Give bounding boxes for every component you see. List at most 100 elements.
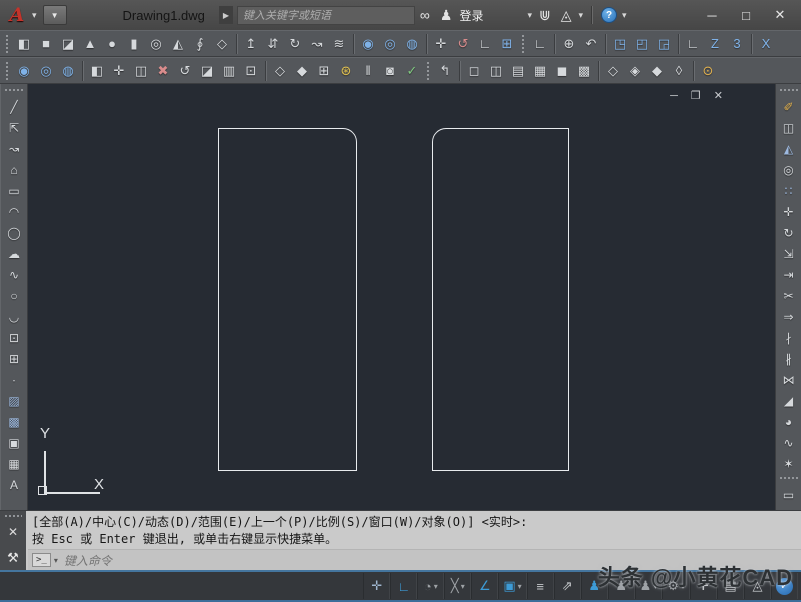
- polygon-icon[interactable]: ⌂: [2, 159, 26, 180]
- smooth-object-icon[interactable]: ◇: [602, 60, 624, 82]
- ucs-origin-icon[interactable]: ∟: [682, 33, 704, 55]
- user-icon[interactable]: ♟: [440, 7, 453, 24]
- table-icon[interactable]: ▦: [2, 453, 26, 474]
- drawing-restore-button[interactable]: ❐: [691, 91, 701, 102]
- vs-realistic-icon[interactable]: ▦: [529, 60, 551, 82]
- planar-surface-icon[interactable]: ◇: [211, 33, 233, 55]
- ucs-object-icon[interactable]: ◰: [631, 33, 653, 55]
- gradient-icon[interactable]: ▩: [2, 411, 26, 432]
- pyramid-icon[interactable]: ◭: [167, 33, 189, 55]
- polysolid-icon[interactable]: ◧: [13, 33, 35, 55]
- move-icon[interactable]: ✛: [777, 201, 801, 222]
- drawn-rectangle-left[interactable]: [218, 128, 357, 471]
- app-menu-caret-icon[interactable]: ▾: [32, 10, 37, 21]
- vs-wireframe-icon[interactable]: ◫: [485, 60, 507, 82]
- autodesk360-caret-icon[interactable]: ▾: [579, 10, 584, 21]
- ellipse-icon[interactable]: ○: [2, 285, 26, 306]
- delete-faces-icon[interactable]: ✖: [152, 60, 174, 82]
- dropdown-caret-icon[interactable]: ▾: [518, 582, 522, 591]
- revolve-icon[interactable]: ↻: [284, 33, 306, 55]
- search-icon[interactable]: ∞: [420, 7, 430, 23]
- hatch-icon[interactable]: ▨: [2, 390, 26, 411]
- toolbar-grip[interactable]: [521, 33, 526, 54]
- 3d-move-icon[interactable]: ✛: [430, 33, 452, 55]
- command-customize-icon[interactable]: ⚒: [7, 550, 19, 566]
- erase-icon[interactable]: ✐: [777, 96, 801, 117]
- 3d-array-icon[interactable]: ⊞: [496, 33, 518, 55]
- loft-icon[interactable]: ≋: [328, 33, 350, 55]
- smooth-more-icon[interactable]: ◈: [624, 60, 646, 82]
- color-faces-icon[interactable]: ⊡: [240, 60, 262, 82]
- separate-icon[interactable]: ‖: [357, 60, 379, 82]
- explode-icon[interactable]: ✶: [777, 453, 801, 474]
- offset-icon[interactable]: ◎: [777, 159, 801, 180]
- make-block-icon[interactable]: ⊞: [2, 348, 26, 369]
- clean-icon[interactable]: ⊛: [335, 60, 357, 82]
- revision-cloud-icon[interactable]: ☁: [2, 243, 26, 264]
- help-caret-icon[interactable]: ▾: [622, 10, 627, 21]
- imprint-icon[interactable]: ⊞: [313, 60, 335, 82]
- 3d-align-icon[interactable]: ∟: [474, 33, 496, 55]
- 3d-rotate-icon[interactable]: ↺: [452, 33, 474, 55]
- construction-line-icon[interactable]: ⇱: [2, 117, 26, 138]
- break-icon[interactable]: ∦: [777, 348, 801, 369]
- extrude-icon[interactable]: ↥: [240, 33, 262, 55]
- extend-icon[interactable]: ⇒: [777, 306, 801, 327]
- search-input[interactable]: 键入关键字或短语: [236, 5, 415, 25]
- autocad-logo-icon[interactable]: A: [4, 3, 30, 27]
- refine-mesh-icon[interactable]: ◊: [668, 60, 690, 82]
- toolbar-grip[interactable]: [5, 33, 10, 54]
- layout-window-icon[interactable]: ▭: [777, 484, 801, 505]
- drawing-canvas[interactable]: ─ ❐ ✕ Y X: [28, 84, 775, 510]
- command-prompt-caret-icon[interactable]: ▾: [54, 556, 58, 565]
- color-edges-icon[interactable]: ◆: [291, 60, 313, 82]
- command-close-icon[interactable]: ✕: [8, 525, 18, 539]
- subtract-icon[interactable]: ◎: [379, 33, 401, 55]
- toolbar-grip[interactable]: [5, 60, 10, 81]
- ucs-z-axis-icon[interactable]: Z: [704, 33, 726, 55]
- ucs-previous-icon[interactable]: ↶: [580, 33, 602, 55]
- vs-conceptual-icon[interactable]: ◼: [551, 60, 573, 82]
- exchange-apps-cart-icon[interactable]: ⋓: [539, 7, 551, 24]
- extrude-faces-icon[interactable]: ◧: [86, 60, 108, 82]
- ucs-icon[interactable]: ∟: [529, 33, 551, 55]
- presspull-icon[interactable]: ⇵: [262, 33, 284, 55]
- tab-arrow-icon[interactable]: ▶: [218, 6, 233, 24]
- vs-shaded-icon[interactable]: ▩: [573, 60, 595, 82]
- lineweight-icon[interactable]: ≡: [526, 573, 554, 599]
- region-icon[interactable]: ▣: [2, 432, 26, 453]
- solid-intersect-icon[interactable]: ◍: [57, 60, 79, 82]
- rotate-icon[interactable]: ↻: [777, 222, 801, 243]
- line-icon[interactable]: ╱: [2, 96, 26, 117]
- autodesk360-icon[interactable]: ◬: [561, 7, 572, 24]
- arc-icon[interactable]: ◠: [2, 201, 26, 222]
- ucs-world-icon[interactable]: ⊕: [558, 33, 580, 55]
- cone-icon[interactable]: ▲: [79, 33, 101, 55]
- ucs-face-icon[interactable]: ◳: [609, 33, 631, 55]
- vs-hidden-icon[interactable]: ▤: [507, 60, 529, 82]
- minimize-button[interactable]: ─: [695, 4, 729, 26]
- mirror-icon[interactable]: ◭: [777, 138, 801, 159]
- dropdown-caret-icon[interactable]: ▾: [434, 582, 438, 591]
- ellipse-arc-icon[interactable]: ◡: [2, 306, 26, 327]
- sign-in-caret-icon[interactable]: ▾: [527, 10, 532, 21]
- file-tab[interactable]: Drawing1.dwg: [123, 8, 205, 23]
- point-icon[interactable]: ∙: [2, 369, 26, 390]
- rectangle-icon[interactable]: ▭: [2, 180, 26, 201]
- spline-icon[interactable]: ∿: [2, 264, 26, 285]
- close-button[interactable]: ✕: [763, 4, 797, 26]
- solid-subtract-icon[interactable]: ◎: [35, 60, 57, 82]
- toolbar-grip[interactable]: [4, 88, 24, 93]
- ucs-3point-icon[interactable]: 3: [726, 33, 748, 55]
- osnap-tracking-icon[interactable]: ∠: [471, 573, 499, 599]
- array-icon[interactable]: ∷: [777, 180, 801, 201]
- drawn-rectangle-right[interactable]: [432, 128, 569, 471]
- render-icon[interactable]: ⊙: [697, 60, 719, 82]
- sign-in-button[interactable]: 登录: [459, 7, 483, 24]
- solid-union-icon[interactable]: ◉: [13, 60, 35, 82]
- torus-icon[interactable]: ◎: [145, 33, 167, 55]
- selection-cycling-icon[interactable]: ⇗: [553, 573, 581, 599]
- ucs-x-rotate-icon[interactable]: X: [755, 33, 777, 55]
- toolbar-grip[interactable]: [778, 476, 799, 481]
- copy-faces-icon[interactable]: ◫: [130, 60, 152, 82]
